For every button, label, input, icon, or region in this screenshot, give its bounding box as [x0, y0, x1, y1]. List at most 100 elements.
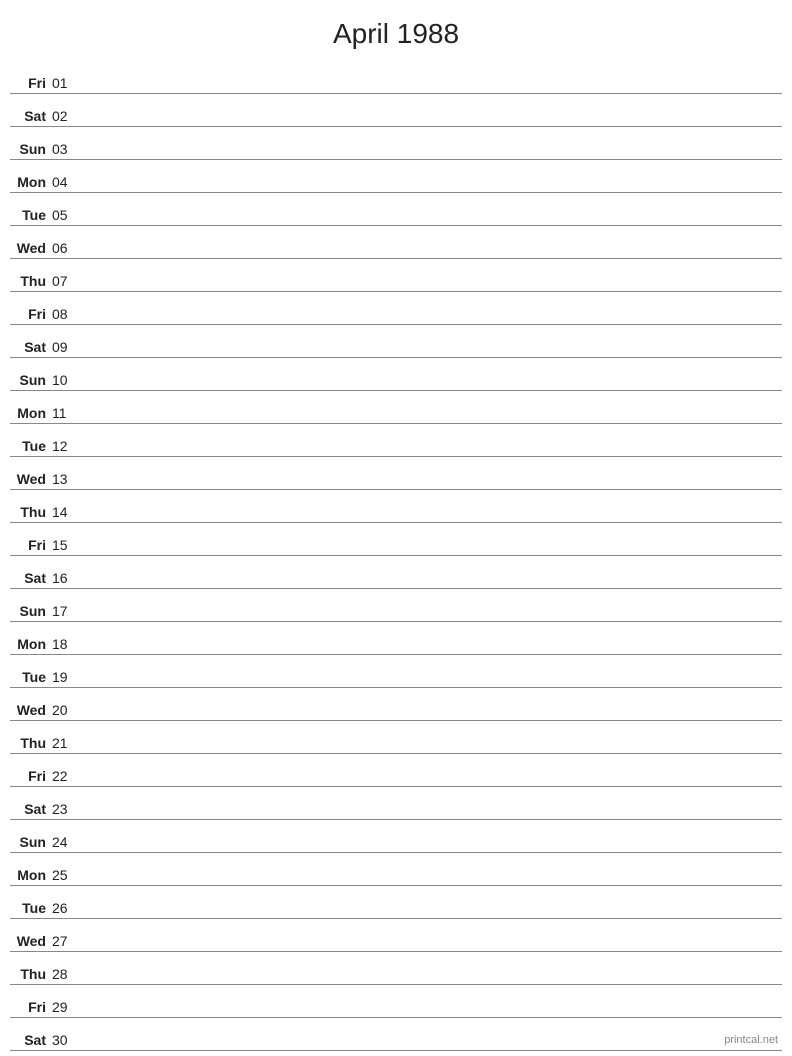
day-line — [80, 882, 782, 883]
day-row: Fri22 — [10, 755, 782, 787]
day-name: Mon — [10, 405, 52, 421]
day-name: Mon — [10, 174, 52, 190]
day-number: 17 — [52, 603, 80, 619]
day-line — [80, 816, 782, 817]
day-line — [80, 189, 782, 190]
day-name: Thu — [10, 504, 52, 520]
day-line — [80, 981, 782, 982]
day-row: Mon18 — [10, 623, 782, 655]
day-number: 22 — [52, 768, 80, 784]
day-line — [80, 255, 782, 256]
day-number: 09 — [52, 339, 80, 355]
day-line — [80, 453, 782, 454]
day-number: 23 — [52, 801, 80, 817]
day-number: 19 — [52, 669, 80, 685]
day-number: 21 — [52, 735, 80, 751]
day-name: Sun — [10, 834, 52, 850]
day-row: Wed27 — [10, 920, 782, 952]
day-name: Wed — [10, 240, 52, 256]
day-line — [80, 1047, 782, 1048]
day-line — [80, 156, 782, 157]
day-line — [80, 420, 782, 421]
day-name: Mon — [10, 867, 52, 883]
day-name: Thu — [10, 735, 52, 751]
day-name: Sat — [10, 1032, 52, 1048]
page-title: April 1988 — [0, 0, 792, 62]
day-number: 27 — [52, 933, 80, 949]
day-row: Sat09 — [10, 326, 782, 358]
day-line — [80, 618, 782, 619]
day-row: Thu07 — [10, 260, 782, 292]
day-number: 05 — [52, 207, 80, 223]
day-line — [80, 717, 782, 718]
day-name: Tue — [10, 438, 52, 454]
day-row: Wed13 — [10, 458, 782, 490]
day-line — [80, 750, 782, 751]
day-number: 01 — [52, 75, 80, 91]
day-name: Fri — [10, 306, 52, 322]
day-row: Tue12 — [10, 425, 782, 457]
day-row: Wed20 — [10, 689, 782, 721]
day-row: Sat30 — [10, 1019, 782, 1051]
day-number: 02 — [52, 108, 80, 124]
day-row: Tue26 — [10, 887, 782, 919]
day-row: Sat02 — [10, 95, 782, 127]
day-number: 30 — [52, 1032, 80, 1048]
day-row: Fri01 — [10, 62, 782, 94]
day-line — [80, 684, 782, 685]
day-number: 08 — [52, 306, 80, 322]
day-name: Thu — [10, 273, 52, 289]
day-number: 03 — [52, 141, 80, 157]
day-row: Tue19 — [10, 656, 782, 688]
day-number: 15 — [52, 537, 80, 553]
day-line — [80, 585, 782, 586]
day-name: Sat — [10, 108, 52, 124]
day-row: Fri29 — [10, 986, 782, 1018]
day-line — [80, 486, 782, 487]
day-number: 29 — [52, 999, 80, 1015]
day-name: Wed — [10, 702, 52, 718]
day-line — [80, 288, 782, 289]
day-row: Mon11 — [10, 392, 782, 424]
day-name: Fri — [10, 537, 52, 553]
day-number: 12 — [52, 438, 80, 454]
day-line — [80, 387, 782, 388]
day-number: 25 — [52, 867, 80, 883]
day-number: 18 — [52, 636, 80, 652]
day-number: 04 — [52, 174, 80, 190]
day-name: Sun — [10, 141, 52, 157]
day-line — [80, 321, 782, 322]
day-name: Mon — [10, 636, 52, 652]
day-name: Fri — [10, 999, 52, 1015]
day-number: 24 — [52, 834, 80, 850]
day-row: Sat16 — [10, 557, 782, 589]
day-number: 11 — [52, 405, 80, 421]
day-name: Sun — [10, 603, 52, 619]
day-row: Tue05 — [10, 194, 782, 226]
day-line — [80, 1014, 782, 1015]
day-name: Thu — [10, 966, 52, 982]
day-line — [80, 519, 782, 520]
day-line — [80, 552, 782, 553]
day-name: Wed — [10, 933, 52, 949]
day-number: 20 — [52, 702, 80, 718]
day-line — [80, 651, 782, 652]
day-row: Wed06 — [10, 227, 782, 259]
day-line — [80, 849, 782, 850]
day-number: 14 — [52, 504, 80, 520]
day-row: Sat23 — [10, 788, 782, 820]
day-name: Tue — [10, 669, 52, 685]
day-name: Sun — [10, 372, 52, 388]
day-line — [80, 222, 782, 223]
day-name: Fri — [10, 75, 52, 91]
day-number: 06 — [52, 240, 80, 256]
day-name: Tue — [10, 900, 52, 916]
day-line — [80, 783, 782, 784]
day-row: Sun10 — [10, 359, 782, 391]
day-name: Wed — [10, 471, 52, 487]
day-row: Mon04 — [10, 161, 782, 193]
day-number: 26 — [52, 900, 80, 916]
day-row: Thu21 — [10, 722, 782, 754]
day-name: Sat — [10, 801, 52, 817]
day-line — [80, 948, 782, 949]
